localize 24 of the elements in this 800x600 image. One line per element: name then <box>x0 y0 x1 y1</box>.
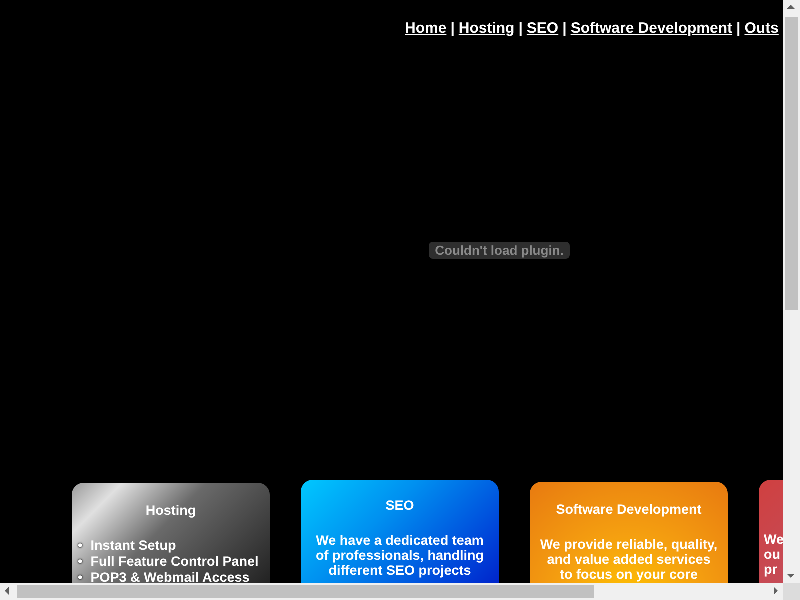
bullet: • <box>78 570 83 583</box>
nav-separator: | <box>736 20 741 39</box>
nav-link[interactable]: Home <box>405 20 447 40</box>
feature-item: POP3 & Webmail Access <box>90 570 250 583</box>
nav-link[interactable]: Hosting <box>458 20 515 40</box>
horizontal-scrollbar[interactable] <box>0 583 783 600</box>
nav-link[interactable]: Outs <box>744 20 779 40</box>
card-title: Hosting <box>144 503 198 518</box>
nav-separator: | <box>450 20 455 39</box>
card-title: SEO <box>384 498 416 513</box>
nav-separator: | <box>518 20 523 39</box>
bullet: • <box>78 554 83 570</box>
vertical-scrollbar[interactable] <box>783 0 800 583</box>
nav-link[interactable]: SEO <box>526 20 559 40</box>
plugin-error-message: Couldn't load plugin. <box>429 242 570 258</box>
feature-item: Full Feature Control Panel <box>90 554 259 570</box>
nav-separator: | <box>562 20 567 39</box>
feature-item: Instant Setup <box>90 538 176 554</box>
card-title: Software Development <box>555 502 703 517</box>
nav-link[interactable]: Software Development <box>570 20 733 40</box>
bullet: • <box>78 538 83 554</box>
card-description: We provide reliable, quality, and value added services to focus on your core <box>539 537 719 582</box>
card-description: We have a dedicated team of professionals, handling different SEO projects <box>314 533 485 578</box>
scrollbar-corner <box>783 583 800 600</box>
